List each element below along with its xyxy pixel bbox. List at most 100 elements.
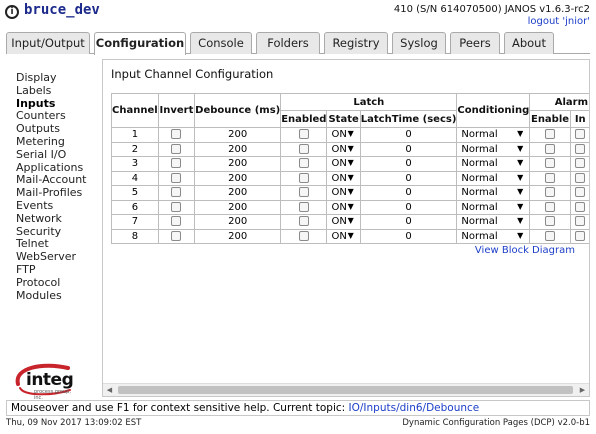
invert-checkbox[interactable]: [171, 129, 182, 140]
latch-state-select[interactable]: ON ▼: [326, 214, 361, 230]
alarm-in-checkbox[interactable]: [574, 143, 585, 154]
conditioning-select[interactable]: Normal ▼: [456, 199, 531, 215]
debounce-input[interactable]: 200: [194, 185, 282, 201]
tab-folders[interactable]: Folders: [256, 32, 320, 54]
conditioning-select[interactable]: Normal ▼: [456, 185, 531, 201]
latch-enabled-checkbox[interactable]: [298, 216, 309, 227]
invert-checkbox[interactable]: [171, 216, 182, 227]
integ-logo: integ process group, inc.: [12, 362, 74, 401]
latch-time-input[interactable]: 0: [359, 141, 458, 157]
debounce-input[interactable]: 200: [194, 214, 282, 230]
dropdown-arrow-icon: ▼: [347, 172, 354, 182]
horizontal-scrollbar[interactable]: ◀ ▶: [103, 383, 589, 396]
latch-time-input[interactable]: 0: [359, 170, 458, 186]
debounce-input[interactable]: 200: [194, 127, 282, 143]
col-header-alarm-enable: Enable: [529, 110, 571, 128]
help-topic-link[interactable]: IO/Inputs/din6/Debounce: [349, 402, 480, 414]
conditioning-select[interactable]: Normal ▼: [456, 228, 531, 244]
debounce-value: 200: [228, 129, 248, 141]
tab-about[interactable]: About: [504, 32, 554, 54]
invert-checkbox[interactable]: [171, 172, 182, 183]
tab-peers[interactable]: Peers: [450, 32, 500, 54]
invert-checkbox[interactable]: [171, 143, 182, 154]
tab-syslog[interactable]: Syslog: [392, 32, 446, 54]
sidebar-item-network[interactable]: Network: [16, 212, 96, 226]
latch-time-value: 0: [405, 187, 412, 199]
latch-time-input[interactable]: 0: [359, 156, 458, 172]
latch-time-input[interactable]: 0: [359, 199, 458, 215]
tab-console[interactable]: Console: [190, 32, 252, 54]
debounce-value: 200: [228, 172, 248, 184]
alarm-in-checkbox[interactable]: [574, 201, 585, 212]
alarm-enable-checkbox[interactable]: [545, 158, 556, 169]
debounce-input[interactable]: 200: [194, 199, 282, 215]
scroll-left-arrow-icon[interactable]: ◀: [103, 384, 116, 396]
alarm-in-checkbox[interactable]: [574, 216, 585, 227]
alarm-enable-checkbox[interactable]: [545, 187, 556, 198]
conditioning-select[interactable]: Normal ▼: [456, 170, 531, 186]
latch-time-input[interactable]: 0: [359, 127, 458, 143]
invert-checkbox[interactable]: [171, 201, 182, 212]
alarm-enable-checkbox[interactable]: [545, 216, 556, 227]
sidebar-item-protocol[interactable]: Protocol: [16, 276, 96, 290]
latch-time-input[interactable]: 0: [359, 185, 458, 201]
sidebar-item-events[interactable]: Events: [16, 199, 96, 213]
dropdown-arrow-icon: ▼: [347, 129, 354, 139]
scroll-right-arrow-icon[interactable]: ▶: [576, 384, 589, 396]
sidebar-item-metering[interactable]: Metering: [16, 135, 96, 149]
dropdown-arrow-icon: ▼: [347, 158, 354, 168]
latch-time-input[interactable]: 0: [359, 228, 458, 244]
tab-registry[interactable]: Registry: [324, 32, 388, 54]
latch-state-select[interactable]: ON ▼: [326, 141, 361, 157]
debounce-input[interactable]: 200: [194, 170, 282, 186]
sidebar-item-serial-io[interactable]: Serial I/O: [16, 148, 96, 162]
alarm-in-checkbox[interactable]: [574, 187, 585, 198]
alarm-enable-checkbox[interactable]: [545, 172, 556, 183]
latch-enabled-checkbox[interactable]: [298, 230, 309, 241]
scrollbar-thumb[interactable]: [118, 386, 573, 394]
latch-state-select[interactable]: ON ▼: [326, 199, 361, 215]
latch-time-input[interactable]: 0: [359, 214, 458, 230]
alarm-in-checkbox[interactable]: [574, 158, 585, 169]
col-header-conditioning: Conditioning: [456, 93, 531, 128]
conditioning-select[interactable]: Normal ▼: [456, 141, 531, 157]
logout-link[interactable]: logout 'jnior': [528, 16, 590, 27]
latch-enabled-checkbox[interactable]: [298, 201, 309, 212]
conditioning-select[interactable]: Normal ▼: [456, 127, 531, 143]
alarm-enable-checkbox[interactable]: [545, 143, 556, 154]
table-row: 3 200 ON ▼ 0 Normal ▼: [111, 156, 589, 172]
invert-checkbox[interactable]: [171, 158, 182, 169]
latch-enabled-checkbox[interactable]: [298, 172, 309, 183]
latch-state-select[interactable]: ON ▼: [326, 170, 361, 186]
sidebar: Display Labels Inputs Counters Outputs M…: [16, 71, 96, 303]
latch-state-select[interactable]: ON ▼: [326, 127, 361, 143]
tab-configuration[interactable]: Configuration: [94, 32, 186, 55]
latch-enabled-checkbox[interactable]: [298, 129, 309, 140]
sidebar-item-ftp[interactable]: FTP: [16, 263, 96, 277]
invert-checkbox[interactable]: [171, 230, 182, 241]
latch-state-select[interactable]: ON ▼: [326, 185, 361, 201]
latch-enabled-checkbox[interactable]: [298, 187, 309, 198]
alarm-enable-checkbox[interactable]: [545, 201, 556, 212]
latch-enabled-checkbox[interactable]: [298, 143, 309, 154]
conditioning-select[interactable]: Normal ▼: [456, 156, 531, 172]
latch-state-select[interactable]: ON ▼: [326, 228, 361, 244]
view-block-diagram-link[interactable]: View Block Diagram: [475, 245, 575, 256]
sidebar-item-labels[interactable]: Labels: [16, 84, 96, 98]
alarm-enable-checkbox[interactable]: [545, 230, 556, 241]
alarm-enable-checkbox[interactable]: [545, 129, 556, 140]
debounce-input[interactable]: 200: [194, 141, 282, 157]
tab-input-output[interactable]: Input/Output: [6, 32, 90, 54]
alarm-in-checkbox[interactable]: [574, 129, 585, 140]
invert-checkbox[interactable]: [171, 187, 182, 198]
alarm-in-checkbox[interactable]: [574, 230, 585, 241]
conditioning-select[interactable]: Normal ▼: [456, 214, 531, 230]
table-row: 4 200 ON ▼ 0 Normal ▼: [111, 170, 589, 186]
latch-state-select[interactable]: ON ▼: [326, 156, 361, 172]
debounce-input[interactable]: 200: [194, 228, 282, 244]
debounce-input[interactable]: 200: [194, 156, 282, 172]
latch-enabled-checkbox[interactable]: [298, 158, 309, 169]
alarm-in-checkbox[interactable]: [574, 172, 585, 183]
sidebar-item-modules[interactable]: Modules: [16, 289, 96, 303]
sidebar-item-display[interactable]: Display: [16, 71, 96, 85]
